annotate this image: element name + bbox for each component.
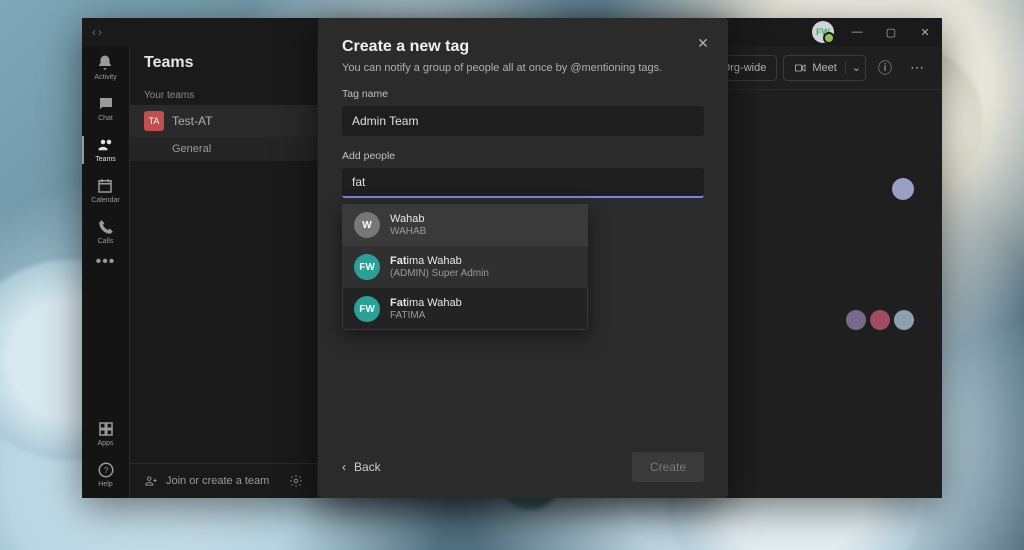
rail-chat[interactable]: Chat — [97, 95, 115, 122]
apps-icon — [97, 420, 115, 438]
video-icon — [794, 62, 806, 74]
team-avatar: TA — [144, 111, 164, 131]
suggestion-item[interactable]: W Wahab WAHAB — [342, 204, 588, 246]
team-name: Test-AT — [172, 114, 212, 128]
modal-title: Create a new tag — [342, 38, 704, 56]
back-label: Back — [354, 460, 381, 474]
avatar: W — [354, 212, 380, 238]
gear-icon[interactable] — [289, 474, 303, 488]
chevron-left-icon: ‹ — [342, 460, 346, 474]
help-icon: ? — [97, 461, 115, 479]
people-suggestions: W Wahab WAHAB FW Fatima Wahab (ADMIN) Su… — [342, 204, 588, 330]
rail-calendar-label: Calendar — [91, 197, 119, 204]
rail-chat-label: Chat — [98, 115, 113, 122]
close-icon[interactable]: ✕ — [692, 32, 714, 54]
rail-more[interactable]: ••• — [96, 259, 116, 265]
nav-forward[interactable]: › — [98, 25, 102, 39]
phone-icon — [97, 218, 115, 236]
window-controls: — ▢ ✕ — [840, 18, 942, 46]
modal-description: You can notify a group of people all at … — [342, 62, 704, 74]
rail-apps-label: Apps — [98, 440, 114, 447]
suggestion-name: Fatima Wahab — [390, 297, 462, 309]
nav-back[interactable]: ‹ — [92, 25, 96, 39]
reply-avatars — [846, 310, 914, 330]
modal-footer: ‹ Back Create — [342, 440, 704, 482]
svg-text:?: ? — [103, 466, 108, 475]
addpeople-input[interactable] — [342, 168, 704, 198]
back-button[interactable]: ‹ Back — [342, 460, 381, 474]
bell-icon — [96, 54, 114, 72]
chat-icon — [97, 95, 115, 113]
post-avatar — [892, 178, 914, 200]
rail-activity-label: Activity — [94, 74, 116, 81]
suggestion-name: Fatima Wahab — [390, 255, 489, 267]
channel-general[interactable]: General — [130, 137, 317, 161]
teams-panel: Teams Your teams TA Test-AT General Join… — [130, 18, 318, 498]
suggestion-sub: FATIMA — [390, 310, 462, 321]
suggestion-name: Wahab — [390, 213, 426, 225]
join-create-team[interactable]: Join or create a team — [130, 463, 317, 498]
rail-teams[interactable]: Teams — [95, 136, 116, 163]
create-tag-modal: ✕ Create a new tag You can notify a grou… — [318, 18, 728, 498]
avatar: FW — [354, 296, 380, 322]
chevron-down-icon[interactable]: ⌄ — [845, 61, 861, 74]
info-button[interactable]: ⓘ — [872, 55, 898, 81]
team-item[interactable]: TA Test-AT — [130, 105, 317, 137]
minimize-button[interactable]: — — [840, 18, 874, 46]
create-button[interactable]: Create — [632, 452, 704, 482]
meet-button[interactable]: Meet ⌄ — [783, 55, 866, 81]
tagname-label: Tag name — [342, 88, 704, 100]
meet-label: Meet — [812, 62, 836, 74]
calendar-icon — [96, 177, 114, 195]
close-button[interactable]: ✕ — [908, 18, 942, 46]
user-avatar[interactable]: FW — [812, 21, 834, 43]
rail-calendar[interactable]: Calendar — [91, 177, 119, 204]
panel-title: Teams — [130, 50, 317, 86]
rail-calls-label: Calls — [98, 238, 114, 245]
rail-teams-label: Teams — [95, 156, 116, 163]
suggestion-item[interactable]: FW Fatima Wahab (ADMIN) Super Admin — [342, 246, 588, 288]
orgwide-label: Org-wide — [722, 62, 767, 74]
join-create-label: Join or create a team — [166, 475, 269, 487]
people-plus-icon — [144, 474, 158, 488]
addpeople-label: Add people — [342, 150, 704, 162]
rail-help[interactable]: ? Help — [97, 461, 115, 488]
avatar: FW — [354, 254, 380, 280]
rail-help-label: Help — [98, 481, 112, 488]
suggestion-sub: WAHAB — [390, 226, 426, 237]
rail-activity[interactable]: Activity — [94, 54, 116, 81]
rail-calls[interactable]: Calls — [97, 218, 115, 245]
maximize-button[interactable]: ▢ — [874, 18, 908, 46]
suggestion-item[interactable]: FW Fatima Wahab FATIMA — [342, 288, 588, 330]
more-button[interactable]: ⋯ — [904, 55, 930, 81]
people-icon — [97, 136, 115, 154]
rail-apps[interactable]: Apps — [97, 420, 115, 447]
suggestion-sub: (ADMIN) Super Admin — [390, 268, 489, 279]
nav-arrows: ‹ › — [82, 25, 112, 39]
tagname-input[interactable] — [342, 106, 704, 136]
app-rail: Activity Chat Teams Calendar Calls ••• A… — [82, 18, 130, 498]
your-teams-label: Your teams — [130, 86, 317, 105]
